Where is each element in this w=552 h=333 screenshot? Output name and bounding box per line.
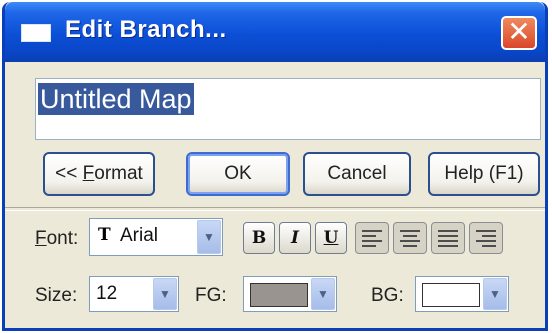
- close-button[interactable]: ✕: [501, 16, 537, 50]
- cancel-button[interactable]: Cancel: [303, 152, 411, 196]
- ok-button[interactable]: OK: [186, 152, 290, 196]
- bg-color-select[interactable]: ▼: [415, 276, 509, 312]
- window-icon: [21, 24, 51, 42]
- bold-button[interactable]: B: [243, 222, 275, 254]
- help-button[interactable]: Help (F1): [428, 152, 540, 196]
- edit-branch-dialog: Edit Branch... ✕ Untitled Map << Format …: [2, 2, 548, 331]
- italic-button[interactable]: I: [279, 222, 311, 254]
- fg-color-select[interactable]: ▼: [243, 276, 337, 312]
- bg-color-swatch: [422, 283, 480, 307]
- window-title: Edit Branch...: [65, 16, 227, 43]
- branch-text-value[interactable]: Untitled Map: [38, 83, 194, 115]
- size-select[interactable]: 12 ▼: [89, 276, 179, 312]
- fg-label: FG:: [195, 285, 227, 306]
- bg-label: BG:: [371, 285, 404, 306]
- chevron-down-icon[interactable]: ▼: [197, 220, 221, 254]
- chevron-down-icon[interactable]: ▼: [483, 278, 507, 310]
- size-value: 12: [96, 283, 118, 304]
- chevron-down-icon[interactable]: ▼: [311, 278, 335, 310]
- font-value: Arial: [120, 225, 159, 246]
- font-label: Font:: [35, 228, 79, 249]
- align-justify-button[interactable]: [431, 222, 465, 254]
- align-center-button[interactable]: [393, 222, 427, 254]
- fg-color-swatch: [250, 283, 308, 307]
- underline-button[interactable]: U: [315, 222, 347, 254]
- align-left-button[interactable]: [355, 222, 389, 254]
- chevron-down-icon[interactable]: ▼: [153, 278, 177, 310]
- align-right-button[interactable]: [469, 222, 503, 254]
- format-toggle-button[interactable]: << Format: [43, 152, 155, 196]
- truetype-font-icon: T: [98, 225, 111, 245]
- font-select[interactable]: T Arial ▼: [89, 218, 223, 256]
- size-label: Size:: [35, 285, 78, 306]
- branch-text-input[interactable]: Untitled Map: [35, 78, 541, 140]
- title-bar[interactable]: Edit Branch... ✕: [5, 2, 545, 62]
- format-separator: [5, 207, 545, 211]
